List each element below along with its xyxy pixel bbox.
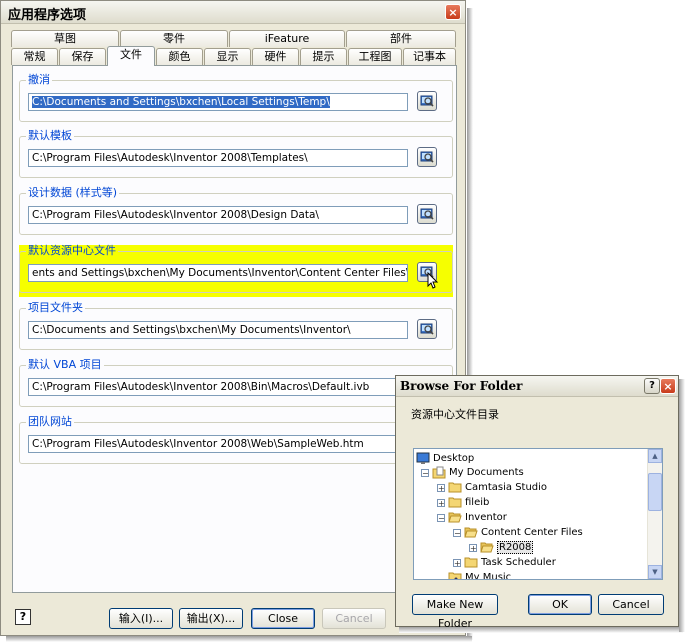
folder-icon [448,497,462,508]
folder-open-icon [480,542,494,553]
tab-ifeature[interactable]: iFeature [229,30,345,47]
mouse-cursor-icon [427,272,439,289]
design-data-label: 设计数据 (样式等) [26,186,120,199]
music-folder-icon [448,572,462,579]
tab-prompts[interactable]: 提示 [300,48,347,65]
tab-part[interactable]: 零件 [120,30,228,47]
cancel-button[interactable]: Cancel [322,608,386,629]
title-bar[interactable]: 应用程序选项 × [1,1,465,24]
design-data-browse-button[interactable] [417,204,437,224]
collapse-toggle[interactable]: − [437,514,445,523]
tree-item-fileib[interactable]: fileib [448,495,489,510]
close-button[interactable]: × [445,4,461,20]
folder-icon [464,557,478,568]
ok-button[interactable]: OK [528,594,592,615]
expand-toggle[interactable]: + [437,499,445,508]
export-button[interactable]: 输出(X)... [179,608,243,629]
tab-file[interactable]: 文件 [107,46,155,66]
browse-for-folder-dialog: Browse For Folder ? × 资源中心文件目录 Desktop −… [395,375,679,630]
collapse-toggle[interactable]: − [421,469,429,478]
browse-folder-icon [420,323,434,335]
tree-item-my-documents[interactable]: My Documents [432,465,524,480]
tab-color[interactable]: 颜色 [156,48,203,65]
content-center-files-group: 默认资源中心文件 ents and Settings\bxchen\My Doc… [19,245,453,297]
design-data-path-field[interactable]: C:\Program Files\Autodesk\Inventor 2008\… [28,206,408,224]
default-template-path-field[interactable]: C:\Program Files\Autodesk\Inventor 2008\… [28,149,408,167]
folder-icon [448,482,462,493]
folder-open-icon [448,512,462,523]
tab-hardware[interactable]: 硬件 [252,48,299,65]
default-template-label: 默认模板 [26,129,74,142]
content-center-files-label: 默认资源中心文件 [26,244,118,257]
vba-project-path-field[interactable]: C:\Program Files\Autodesk\Inventor 2008\… [28,378,408,396]
expand-toggle[interactable]: + [453,559,461,568]
scroll-up-arrow-icon[interactable]: ▲ [648,449,662,463]
tab-general[interactable]: 常规 [11,48,58,65]
tree-item-content-center-files[interactable]: Content Center Files [464,525,583,540]
browse-title-bar[interactable]: Browse For Folder ? × [396,376,678,397]
browse-cancel-button[interactable]: Cancel [598,594,664,615]
undo-label: 撤消 [26,73,52,86]
scroll-down-arrow-icon[interactable]: ▼ [648,565,662,579]
tab-assembly[interactable]: 部件 [346,30,456,47]
expand-toggle[interactable]: + [469,544,477,553]
tree-item-desktop[interactable]: Desktop [416,451,474,466]
help-button[interactable]: ? [15,609,31,625]
team-web-path-field[interactable]: C:\Program Files\Autodesk\Inventor 2008\… [28,435,408,453]
project-folder-browse-button[interactable] [417,319,437,339]
scroll-thumb[interactable] [648,473,662,511]
project-folder-path-field[interactable]: C:\Documents and Settings\bxchen\My Docu… [28,321,408,339]
tab-display[interactable]: 显示 [204,48,251,65]
team-web-group: 团队网站 C:\Program Files\Autodesk\Inventor … [19,416,453,466]
browse-description: 资源中心文件目录 [411,408,499,421]
tab-notebook[interactable]: 记事本 [403,48,456,65]
project-folder-label: 项目文件夹 [26,301,85,314]
folder-open-icon [464,527,478,538]
help-icon: ? [19,610,27,623]
import-button[interactable]: 输入(I)... [109,608,173,629]
vba-project-label: 默认 VBA 项目 [26,358,104,371]
undo-group: 撤消 C:\Documents and Settings\bxchen\Loca… [19,74,453,124]
undo-path-field[interactable]: C:\Documents and Settings\bxchen\Local S… [28,93,408,111]
default-template-browse-button[interactable] [417,147,437,167]
my-documents-icon [432,466,446,478]
tab-save[interactable]: 保存 [59,48,106,65]
expand-toggle[interactable]: + [437,484,445,493]
tree-item-inventor[interactable]: Inventor [448,510,507,525]
collapse-toggle[interactable]: − [453,529,461,538]
design-data-group: 设计数据 (样式等) C:\Program Files\Autodesk\Inv… [19,187,453,237]
make-new-folder-button[interactable]: Make New Folder [412,594,498,630]
close-icon: × [448,6,458,19]
dialog-title: 应用程序选项 [8,8,87,23]
tree-item-task-scheduler[interactable]: Task Scheduler [464,555,556,570]
browse-dialog-title: Browse For Folder [400,379,523,393]
undo-browse-button[interactable] [417,91,437,111]
help-icon: ? [649,380,655,391]
close-dialog-button[interactable]: Close [251,608,315,629]
browse-folder-icon [420,95,434,107]
content-center-files-path-field[interactable]: ents and Settings\bxchen\My Documents\In… [28,264,408,282]
tree-item-camtasia-studio[interactable]: Camtasia Studio [448,480,547,495]
project-folder-group: 项目文件夹 C:\Documents and Settings\bxchen\M… [19,302,453,352]
desktop-icon [416,452,430,464]
team-web-label: 团队网站 [26,415,74,428]
tree-scrollbar[interactable]: ▲ ▼ [647,449,662,579]
browse-help-button[interactable]: ? [644,378,660,394]
tab-drawing[interactable]: 工程图 [348,48,402,65]
browse-folder-icon [420,208,434,220]
tab-sketch[interactable]: 草图 [11,30,119,47]
vba-project-group: 默认 VBA 项目 C:\Program Files\Autodesk\Inve… [19,359,453,409]
browse-folder-icon [420,151,434,163]
close-icon: × [663,380,673,393]
folder-tree[interactable]: Desktop − My Documents + Camtasia Studio… [413,448,663,580]
tree-item-my-music[interactable]: My Music [448,570,511,579]
default-template-group: 默认模板 C:\Program Files\Autodesk\Inventor … [19,130,453,180]
tree-item-r2008[interactable]: R2008 [480,540,534,555]
browse-close-button[interactable]: × [660,378,676,394]
